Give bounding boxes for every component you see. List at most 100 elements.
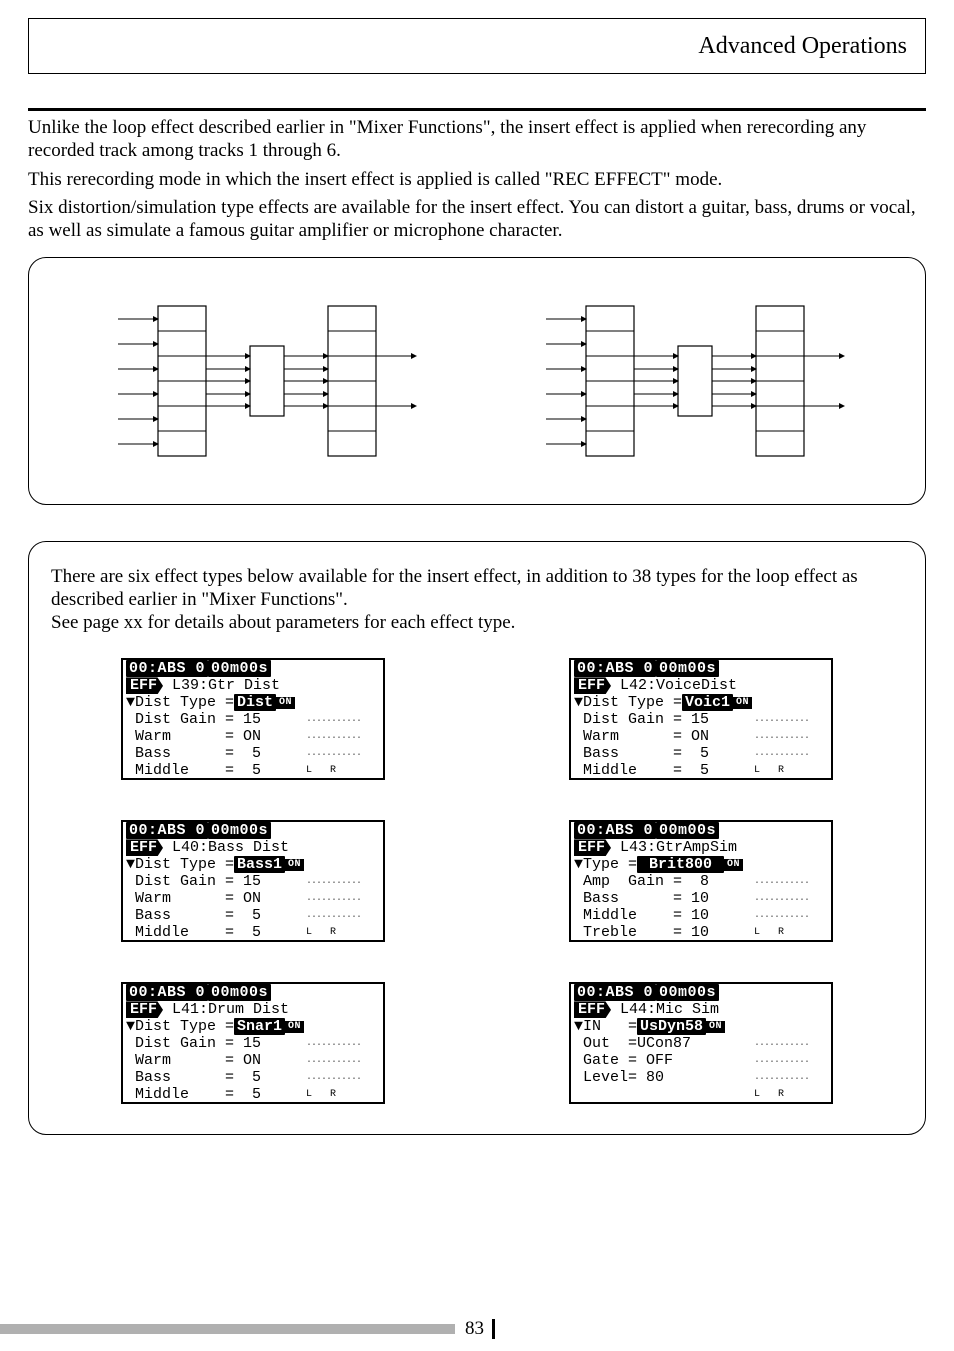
lcd-param-row: Amp Gain = 8...........	[571, 873, 831, 890]
lcd-header-row: 00:ABS 0 00m00s	[123, 984, 383, 1001]
dotted-line: ...........	[306, 715, 361, 725]
dotted-line: ...........	[754, 894, 809, 904]
param-text: Dist Gain = 15	[126, 874, 306, 889]
lcd-param-row: Middle = 5L R	[571, 762, 831, 779]
page-header: Advanced Operations	[28, 18, 926, 74]
lcd-title-row: EFF L42:VoiceDist	[571, 677, 831, 694]
page-footer: 83	[0, 1315, 954, 1343]
lr-indicator: L R	[306, 928, 338, 938]
routing-diagram-left	[98, 291, 428, 471]
abs-position: 00:ABS 0	[574, 984, 656, 1001]
dotted-line: ...........	[754, 715, 809, 725]
effect-title: L43:GtrAmpSim	[611, 840, 737, 855]
lcd-title-row: EFF L44:Mic Sim	[571, 1001, 831, 1018]
dotted-line: ...........	[306, 749, 361, 759]
on-badge: ON	[285, 1021, 304, 1033]
dotted-line: ...........	[306, 1039, 361, 1049]
lcd-param-row: Warm = ON...........	[123, 728, 383, 745]
param-text: Bass = 5	[574, 746, 754, 761]
lcd-header-row: 00:ABS 0 00m00s	[123, 822, 383, 839]
time-badge: 00m00s	[656, 984, 719, 1001]
effect-title: L41:Drum Dist	[163, 1002, 289, 1017]
divider	[28, 108, 926, 111]
lcd-l42: 00:ABS 0 00m00sEFF L42:VoiceDist▼Dist Ty…	[569, 658, 833, 780]
routing-diagram-right	[526, 291, 856, 471]
type-label: ▼IN =	[574, 1019, 637, 1034]
param-text: Bass = 5	[126, 1070, 306, 1085]
type-label: ▼Type =	[574, 857, 637, 872]
param-text: Dist Gain = 15	[126, 1036, 306, 1051]
dotted-line: ...........	[754, 1039, 809, 1049]
time-badge: 00m00s	[208, 660, 271, 677]
param-text: Warm = ON	[574, 729, 754, 744]
param-text: Middle = 5	[126, 925, 306, 940]
lcd-param-row: Bass = 5...........	[123, 1069, 383, 1086]
lcd-header-row: 00:ABS 0 00m00s	[571, 984, 831, 1001]
lcd-l39: 00:ABS 0 00m00sEFF L39:Gtr Dist▼Dist Typ…	[121, 658, 385, 780]
dotted-line: ...........	[754, 732, 809, 742]
eff-tag: EFF	[574, 839, 611, 856]
param-text: Middle = 10	[574, 908, 754, 923]
lcd-type-row: ▼Type = Brit800 ON	[571, 856, 831, 873]
lr-indicator: L R	[754, 1090, 786, 1100]
time-badge: 00m00s	[208, 984, 271, 1001]
lcd-l40: 00:ABS 0 00m00sEFF L40:Bass Dist▼Dist Ty…	[121, 820, 385, 942]
param-text: Level= 80	[574, 1070, 754, 1085]
param-text: Dist Gain = 15	[574, 712, 754, 727]
dotted-line: ...........	[306, 894, 361, 904]
dotted-line: ...........	[306, 1073, 361, 1083]
param-text: Warm = ON	[126, 1053, 306, 1068]
on-badge: ON	[733, 697, 752, 709]
dotted-line: ...........	[306, 1056, 361, 1066]
type-value: Dist	[234, 694, 276, 711]
lcd-type-row: ▼IN =UsDyn58 ON	[571, 1018, 831, 1035]
lcd-param-row: Gate = OFF...........	[571, 1052, 831, 1069]
lcd-type-row: ▼Dist Type =Snar1 ON	[123, 1018, 383, 1035]
eff-tag: EFF	[574, 677, 611, 694]
lcd-title-row: EFF L41:Drum Dist	[123, 1001, 383, 1018]
param-text: Middle = 5	[126, 1087, 306, 1102]
lcd-title-row: EFF L43:GtrAmpSim	[571, 839, 831, 856]
on-badge: ON	[285, 859, 304, 871]
abs-position: 00:ABS 0	[126, 822, 208, 839]
effects-intro-line2: See page xx for details about parameters…	[51, 612, 903, 635]
type-label: ▼Dist Type =	[126, 1019, 234, 1034]
param-text: Warm = ON	[126, 891, 306, 906]
lcd-param-row: Warm = ON...........	[123, 1052, 383, 1069]
lcd-param-row: Warm = ON...........	[123, 890, 383, 907]
lr-indicator: L R	[306, 766, 338, 776]
lcd-type-row: ▼Dist Type =Voic1 ON	[571, 694, 831, 711]
lcd-param-row: L R	[571, 1086, 831, 1103]
effect-title: L44:Mic Sim	[611, 1002, 719, 1017]
type-value: UsDyn58	[637, 1018, 706, 1035]
lcd-param-row: Dist Gain = 15...........	[123, 1035, 383, 1052]
param-text: Middle = 5	[126, 763, 306, 778]
type-label: ▼Dist Type =	[574, 695, 682, 710]
abs-position: 00:ABS 0	[126, 660, 208, 677]
effect-title: L42:VoiceDist	[611, 678, 737, 693]
param-text: Bass = 5	[126, 908, 306, 923]
routing-diagram-frame	[28, 257, 926, 505]
lcd-l43: 00:ABS 0 00m00sEFF L43:GtrAmpSim▼Type = …	[569, 820, 833, 942]
eff-tag: EFF	[126, 839, 163, 856]
abs-position: 00:ABS 0	[574, 660, 656, 677]
lcd-header-row: 00:ABS 0 00m00s	[571, 822, 831, 839]
lcd-param-row: Bass = 5...........	[123, 745, 383, 762]
param-text: Bass = 5	[126, 746, 306, 761]
lcd-l44: 00:ABS 0 00m00sEFF L44:Mic Sim▼IN =UsDyn…	[569, 982, 833, 1104]
effect-title: L40:Bass Dist	[163, 840, 289, 855]
page-title: Advanced Operations	[698, 33, 907, 60]
lcd-l41: 00:ABS 0 00m00sEFF L41:Drum Dist▼Dist Ty…	[121, 982, 385, 1104]
lcd-param-row: Middle = 10...........	[571, 907, 831, 924]
lcd-param-row: Bass = 5...........	[123, 907, 383, 924]
dotted-line: ...........	[306, 877, 361, 887]
eff-tag: EFF	[126, 1001, 163, 1018]
lcd-type-row: ▼Dist Type =Bass1 ON	[123, 856, 383, 873]
param-text: Dist Gain = 15	[126, 712, 306, 727]
lcd-param-row: Middle = 5L R	[123, 762, 383, 779]
lcd-param-row: Bass = 10...........	[571, 890, 831, 907]
lcd-type-row: ▼Dist Type =Dist ON	[123, 694, 383, 711]
param-text: Treble = 10	[574, 925, 754, 940]
dotted-line: ...........	[306, 732, 361, 742]
param-text: Amp Gain = 8	[574, 874, 754, 889]
